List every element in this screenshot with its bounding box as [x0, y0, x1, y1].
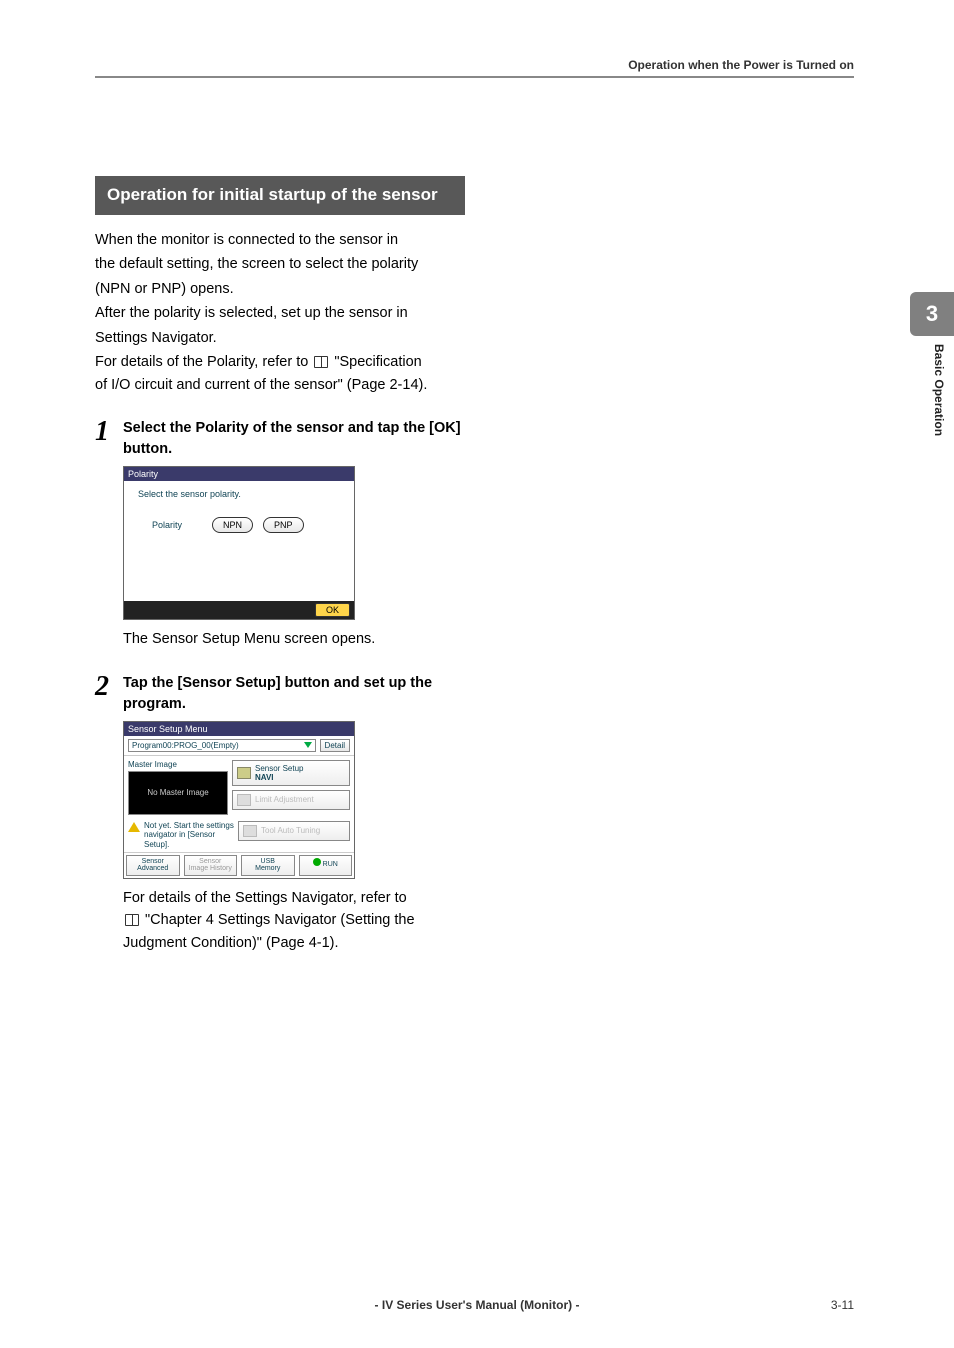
- intro-line: of I/O circuit and current of the sensor…: [95, 374, 465, 396]
- screenshot-text: Select the sensor polarity.: [138, 489, 346, 499]
- step-result: The Sensor Setup Menu screen opens.: [123, 628, 465, 650]
- limit-adjustment-button[interactable]: Limit Adjustment: [232, 790, 350, 810]
- tuning-label: Tool Auto Tuning: [261, 826, 320, 835]
- tab-line: Sensor: [129, 858, 177, 866]
- program-value: Program00:PROG_00(Empty): [132, 741, 239, 750]
- master-image-thumb: No Master Image: [128, 771, 228, 815]
- step: 2 Tap the [Sensor Setup] button and set …: [95, 673, 465, 715]
- detail-button[interactable]: Detail: [320, 739, 350, 752]
- sensor-setup-button[interactable]: Sensor Setup NAVI: [232, 760, 350, 786]
- chevron-down-icon: [304, 742, 312, 748]
- running-header: Operation when the Power is Turned on: [628, 58, 854, 72]
- tab-line: USB: [244, 858, 292, 866]
- tab-line: Advanced: [129, 865, 177, 873]
- step-number: 2: [95, 673, 123, 715]
- section-title: Operation for initial startup of the sen…: [95, 176, 465, 215]
- intro-line: Settings Navigator.: [95, 327, 465, 349]
- intro-line: (NPN or PNP) opens.: [95, 278, 465, 300]
- step-result: Judgment Condition)" (Page 4-1).: [123, 932, 465, 954]
- navi-icon: [237, 767, 251, 779]
- screenshot-title: Sensor Setup Menu: [124, 722, 354, 736]
- tab-line: RUN: [323, 861, 338, 868]
- footer-center: - IV Series User's Manual (Monitor) -: [0, 1298, 954, 1312]
- tab-line: Image History: [187, 865, 235, 873]
- usb-memory-tab[interactable]: USB Memory: [241, 855, 295, 876]
- book-icon: [125, 914, 139, 926]
- intro-line: When the monitor is connected to the sen…: [95, 229, 465, 251]
- pnp-button[interactable]: PNP: [263, 517, 304, 533]
- run-tab[interactable]: RUN: [299, 855, 353, 876]
- npn-button[interactable]: NPN: [212, 517, 253, 533]
- chapter-label: Basic Operation: [932, 344, 946, 436]
- program-dropdown[interactable]: Program00:PROG_00(Empty): [128, 739, 316, 752]
- warning-icon: [128, 822, 140, 832]
- intro-text: "Specification: [330, 354, 421, 370]
- book-icon: [314, 356, 328, 368]
- navi-label: NAVI: [255, 773, 303, 782]
- step-result: For details of the Settings Navigator, r…: [123, 887, 465, 909]
- intro-line: After the polarity is selected, set up t…: [95, 302, 465, 324]
- tab-line: Memory: [244, 865, 292, 873]
- run-icon: [313, 858, 321, 866]
- tool-auto-tuning-button[interactable]: Tool Auto Tuning: [238, 821, 350, 841]
- step-result: "Chapter 4 Settings Navigator (Setting t…: [123, 909, 465, 931]
- result-text: For details of the Settings Navigator, r…: [123, 890, 407, 906]
- step-number: 1: [95, 418, 123, 460]
- image-history-tab[interactable]: Sensor Image History: [184, 855, 238, 876]
- polarity-label: Polarity: [152, 520, 202, 530]
- step: 1 Select the Polarity of the sensor and …: [95, 418, 465, 460]
- step-instruction: Select the Polarity of the sensor and ta…: [123, 418, 465, 460]
- sensor-advanced-tab[interactable]: Sensor Advanced: [126, 855, 180, 876]
- master-image-label: Master Image: [128, 760, 228, 769]
- sensor-setup-screenshot: Sensor Setup Menu Program00:PROG_00(Empt…: [123, 721, 355, 879]
- limit-label: Limit Adjustment: [255, 795, 314, 804]
- screenshot-title: Polarity: [124, 467, 354, 481]
- intro-line: For details of the Polarity, refer to "S…: [95, 351, 465, 373]
- intro-text: For details of the Polarity, refer to: [95, 354, 312, 370]
- chapter-tab: 3: [910, 292, 954, 336]
- sensor-setup-label: Sensor Setup: [255, 764, 303, 773]
- step-instruction: Tap the [Sensor Setup] button and set up…: [123, 673, 465, 715]
- slider-icon: [237, 794, 251, 806]
- polarity-screenshot: Polarity Select the sensor polarity. Pol…: [123, 466, 355, 620]
- gear-icon: [243, 825, 257, 837]
- result-text: "Chapter 4 Settings Navigator (Setting t…: [141, 912, 415, 928]
- ok-button[interactable]: OK: [315, 603, 350, 617]
- header-rule: [95, 76, 854, 78]
- tab-line: Sensor: [187, 858, 235, 866]
- intro-line: the default setting, the screen to selec…: [95, 253, 465, 275]
- warning-text: Not yet. Start the settings navigator in…: [144, 821, 234, 850]
